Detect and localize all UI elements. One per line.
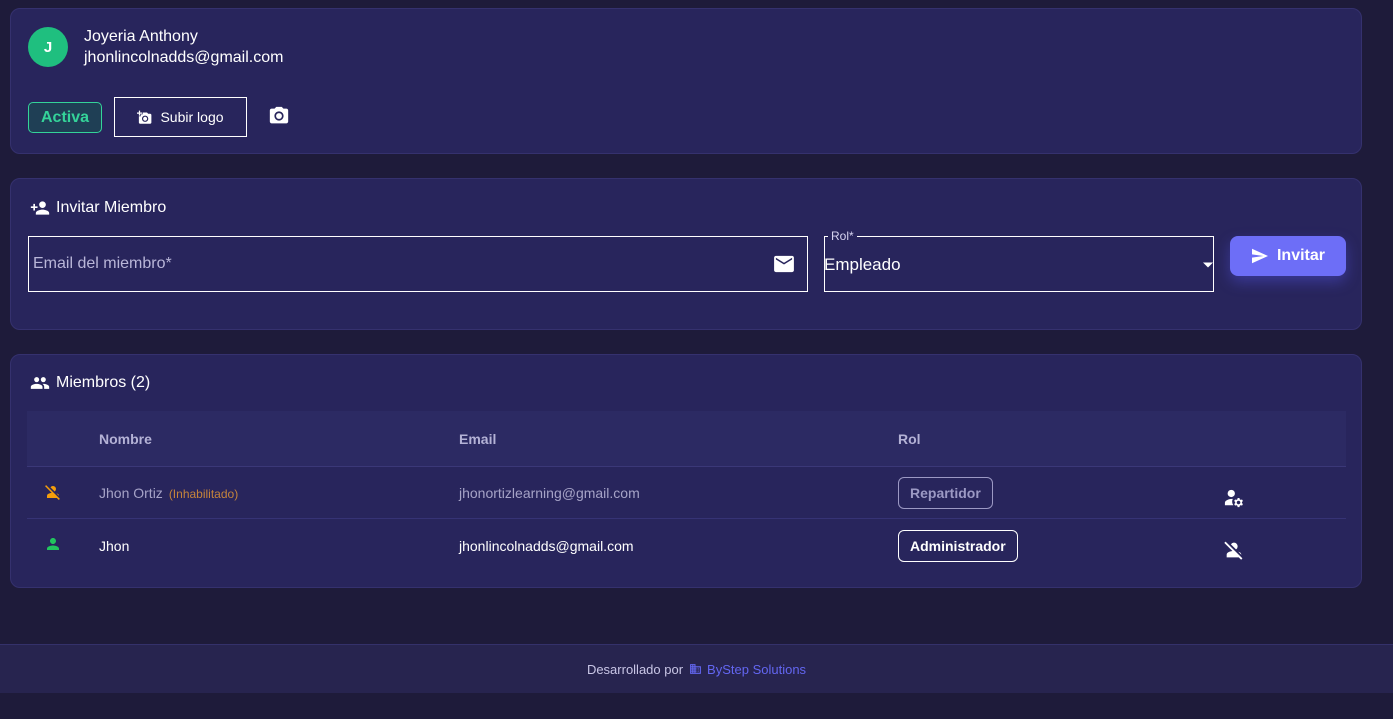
- manage-accounts-icon[interactable]: [1223, 488, 1245, 508]
- business-icon: [690, 663, 701, 674]
- member-email: jhonortizlearning@gmail.com: [459, 485, 640, 501]
- person-off-icon[interactable]: [1223, 539, 1245, 561]
- upload-logo-label: Subir logo: [160, 109, 224, 125]
- caret-down-icon: [1203, 262, 1213, 268]
- members-section-title: Miembros (2): [28, 373, 150, 393]
- role-select[interactable]: Rol* Empleado: [824, 229, 1214, 292]
- footer-link[interactable]: ByStep Solutions: [689, 662, 806, 677]
- invite-button[interactable]: Invitar: [1230, 236, 1346, 276]
- members-title-text: Miembros (2): [56, 374, 151, 391]
- camera-icon: [269, 106, 289, 124]
- column-header-role: Rol: [898, 431, 921, 447]
- members-table: Nombre Email Rol Jhon Ortiz (Inhabilitado…: [27, 411, 1346, 571]
- add-photo-icon: [137, 110, 152, 124]
- organization-card: J Joyeria Anthony jhonlincolnadds@gmail.…: [10, 8, 1362, 154]
- member-name: Jhon Ortiz: [99, 485, 163, 501]
- member-email: jhonlincolnadds@gmail.com: [459, 538, 634, 554]
- footer-link-label: ByStep Solutions: [707, 661, 807, 677]
- member-email-input[interactable]: [33, 237, 753, 291]
- person-off-icon: [45, 485, 60, 500]
- members-card: Miembros (2) Nombre Email Rol Jhon Ortiz…: [10, 354, 1362, 588]
- member-name: Jhon: [99, 538, 130, 554]
- member-name-cell: Jhon Ortiz (Inhabilitado): [99, 485, 238, 501]
- status-badge: Activa: [28, 102, 102, 133]
- footer-text: Desarrollado por: [586, 661, 684, 677]
- role-label: Rol*: [828, 229, 857, 243]
- table-row: Jhon jhonlincolnadds@gmail.com Administr…: [27, 519, 1346, 571]
- camera-button[interactable]: [267, 105, 291, 127]
- send-icon: [1251, 248, 1268, 264]
- invite-section-title: Invitar Miembro: [28, 198, 166, 218]
- avatar: J: [28, 27, 68, 67]
- invite-member-card: Invitar Miembro Rol* Empleado Invitar: [10, 178, 1362, 330]
- disabled-tag: (Inhabilitado): [168, 487, 239, 501]
- upload-logo-button[interactable]: Subir logo: [114, 97, 247, 137]
- member-email-field[interactable]: [28, 236, 808, 292]
- person-icon: [47, 538, 59, 550]
- table-header: Nombre Email Rol: [27, 411, 1346, 467]
- column-header-email: Email: [459, 431, 497, 447]
- footer: Desarrollado por ByStep Solutions: [0, 644, 1393, 693]
- role-selected-value: Empleado: [824, 255, 901, 274]
- role-badge: Repartidor: [898, 477, 993, 509]
- organization-name: Joyeria Anthony: [84, 28, 198, 45]
- organization-email: jhonlincolnadds@gmail.com: [84, 49, 284, 66]
- invite-title-text: Invitar Miembro: [56, 199, 167, 216]
- column-header-name: Nombre: [99, 431, 152, 447]
- mail-icon: [774, 255, 794, 273]
- role-badge: Administrador: [898, 530, 1018, 562]
- people-icon: [30, 377, 50, 389]
- person-add-icon: [30, 201, 50, 215]
- invite-button-label: Invitar: [1276, 247, 1325, 264]
- table-row: Jhon Ortiz (Inhabilitado) jhonortizlearni…: [27, 467, 1346, 519]
